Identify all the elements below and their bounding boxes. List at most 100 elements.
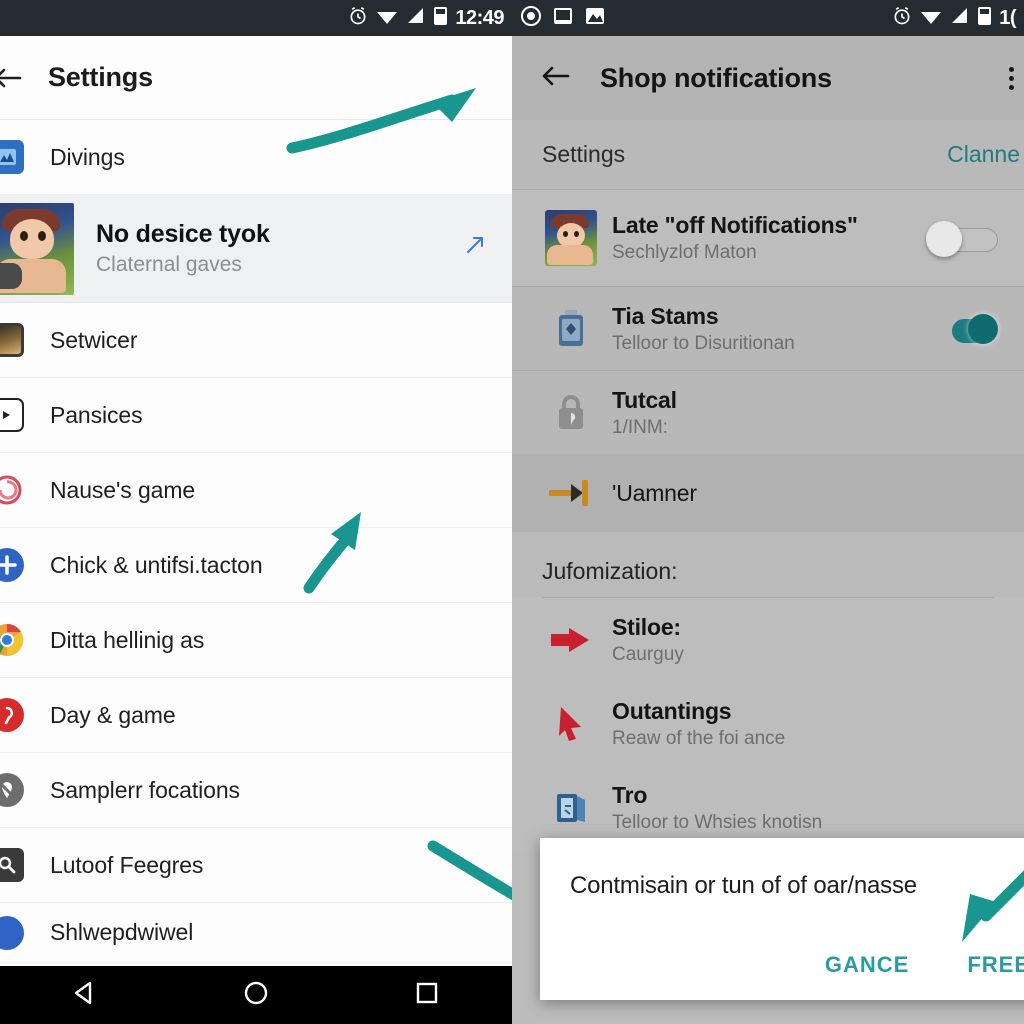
photo-thumb-icon	[0, 323, 32, 357]
notification-title: Tia Stams	[612, 302, 719, 329]
circle-home-icon[interactable]	[241, 978, 271, 1013]
lock-badge-icon	[542, 394, 600, 432]
confirm-dialog: Contmisain or tun of of oar/nasse GANCE …	[540, 838, 1024, 1000]
app-circle-icon	[0, 915, 32, 950]
back-arrow-icon[interactable]	[0, 65, 30, 91]
toggle-switch-off[interactable]	[926, 221, 998, 257]
pinterest-icon	[0, 698, 32, 732]
status-time: 1(	[999, 6, 1016, 29]
featured-subtitle: Claternal gaves	[96, 253, 242, 276]
screen-icon	[552, 6, 574, 31]
right-status-bar: 1(	[512, 0, 1024, 36]
image-icon	[584, 6, 606, 31]
notification-row[interactable]: 'Uamner	[512, 454, 1024, 532]
signal-icon	[950, 6, 970, 31]
featured-app-row[interactable]: No desice tyok Claternal gaves	[0, 195, 512, 303]
left-phone-content: Settings Divings No desice tyok Claterna…	[0, 36, 512, 1024]
square-recents-icon[interactable]	[412, 978, 442, 1013]
list-item-label: Nause's game	[50, 476, 196, 503]
wifi-icon	[375, 6, 399, 31]
custom-row-subtitle: Telloor to Whsies knotisn	[612, 812, 823, 833]
custom-row-subtitle: Reaw of the foi ance	[612, 728, 786, 749]
custom-row[interactable]: Outantings Reaw of the foi ance	[512, 682, 1024, 766]
custom-row-subtitle: Caurguy	[612, 644, 684, 665]
notification-subtitle: Telloor to Disuritionan	[612, 332, 795, 354]
dialog-message: Contmisain or tun of of oar/nasse	[570, 872, 917, 899]
notification-title: Tutcal	[612, 386, 677, 413]
list-item-label: Day & game	[50, 701, 176, 728]
alarm-icon	[348, 6, 368, 31]
blue-folder-icon	[542, 788, 600, 828]
notification-title: 'Uamner	[612, 479, 697, 506]
page-title: Settings	[48, 62, 153, 92]
list-item-label: Shlwepdwiwel	[50, 919, 194, 945]
list-item[interactable]: Lutoof Feegres	[0, 828, 512, 903]
arrow-gold-icon	[542, 480, 600, 506]
battery-blue-icon	[542, 309, 600, 349]
tab-channels[interactable]: Clanne	[947, 141, 1020, 168]
red-arrow-right-icon	[542, 625, 600, 655]
list-item[interactable]: Nause's game	[0, 453, 512, 528]
custom-row-title: Tro	[612, 782, 648, 808]
notification-row[interactable]: Tutcal 1/INM:	[512, 370, 1024, 454]
notification-row[interactable]: Late "off Notifications" Sechlyzlof Mato…	[512, 190, 1024, 286]
tab-settings[interactable]: Settings	[542, 141, 625, 168]
list-item[interactable]: Divings	[0, 120, 512, 195]
list-item-label: Lutoof Feegres	[50, 851, 204, 878]
custom-row[interactable]: Stiloe: Caurguy	[512, 598, 1024, 682]
list-item[interactable]: Chick & untifsi.tacton	[0, 528, 512, 603]
wifi-icon	[919, 6, 943, 31]
external-link-icon[interactable]	[462, 232, 488, 265]
list-item[interactable]: Pansices	[0, 378, 512, 453]
app-avatar-icon	[542, 210, 600, 266]
notification-subtitle: 1/INM:	[612, 416, 668, 438]
triangle-back-icon[interactable]	[70, 978, 100, 1013]
signal-icon	[406, 6, 426, 31]
list-item[interactable]: Shlwepdwiwel	[0, 903, 512, 963]
list-item[interactable]: Setwicer	[0, 303, 512, 378]
custom-row-title: Stiloe:	[612, 614, 681, 640]
list-item-label: Chick & untifsi.tacton	[50, 551, 263, 578]
notification-subtitle: Sechlyzlof Maton	[612, 242, 757, 263]
list-item-label: Pansices	[50, 401, 143, 428]
status-time: 12:49	[455, 6, 504, 29]
list-item-label: Ditta hellinig as	[50, 626, 205, 653]
featured-text: No desice tyok Claternal gaves	[96, 220, 462, 277]
left-status-bar: 12:49	[0, 0, 512, 36]
custom-row-title: Outantings	[612, 698, 732, 724]
page-title: Shop notifications	[600, 62, 832, 93]
list-item-label: Divings	[50, 143, 125, 170]
left-app-bar: Settings	[0, 36, 512, 120]
confirm-button[interactable]: FREE	[967, 952, 1024, 978]
list-item-label: Samplerr focations	[50, 776, 240, 803]
battery-icon	[433, 5, 448, 31]
right-phone-content: Shop notifications Settings Clanne Late …	[512, 36, 1024, 1024]
back-arrow-icon[interactable]	[540, 63, 570, 94]
record-icon	[520, 5, 542, 32]
kebab-menu-icon[interactable]	[1009, 66, 1014, 90]
search-wrench-icon	[0, 848, 32, 882]
right-phone-panel: 1( Shop notifications Settings Clanne La…	[512, 0, 1024, 1024]
chrome-icon	[0, 623, 32, 657]
cancel-button[interactable]: GANCE	[825, 952, 909, 978]
location-off-icon	[0, 773, 32, 807]
tab-bar: Settings Clanne	[512, 120, 1024, 190]
list-item[interactable]: Day & game	[0, 678, 512, 753]
video-outline-icon	[0, 398, 32, 432]
alarm-icon	[892, 6, 912, 31]
swirl-icon	[0, 473, 32, 507]
list-item[interactable]: Samplerr focations	[0, 753, 512, 828]
notification-row[interactable]: Tia Stams Telloor to Disuritionan	[512, 286, 1024, 370]
right-app-bar: Shop notifications	[512, 36, 1024, 120]
list-item-label: Setwicer	[50, 326, 138, 353]
notification-title: Late "off Notifications"	[612, 212, 858, 238]
list-item[interactable]: Ditta hellinig as	[0, 603, 512, 678]
toggle-switch-on[interactable]	[926, 312, 998, 346]
app-tile-icon	[0, 140, 32, 174]
avatar	[0, 202, 74, 295]
dual-phone-screenshot: 12:49 Settings Divings No desice tyok Cl…	[0, 0, 1024, 1024]
section-header: Jufomization:	[512, 532, 1024, 597]
plus-circle-icon	[0, 548, 32, 582]
android-nav-bar	[0, 966, 512, 1024]
section-header-label: Jufomization:	[542, 558, 678, 584]
